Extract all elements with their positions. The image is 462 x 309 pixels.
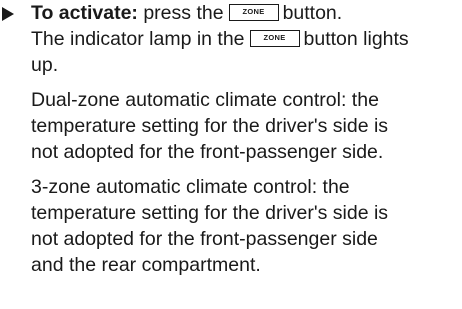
dual-zone-line-3: not adopted for the front-passenger side… [31, 141, 384, 163]
step-line-3: up. [31, 52, 58, 78]
three-zone-line-2: temperature setting for the driver's sid… [31, 202, 389, 224]
zone-button-icon: ZONE [228, 3, 279, 21]
indicator-text-after-key: button lights [303, 28, 409, 50]
step-line-2: The indicator lamp in the ZONE button ligh… [31, 26, 409, 52]
three-zone-line-4: and the rear compartment. [31, 254, 261, 276]
step-line-1: To activate: press the ZONE button. [31, 0, 342, 26]
indicator-text-before-key: The indicator lamp in the [31, 28, 245, 50]
step-text-before-key: press the [137, 2, 224, 24]
bullet-arrow-icon [2, 7, 14, 21]
step-text-after-key: button. [282, 2, 343, 24]
dual-zone-line-2: temperature setting for the driver's sid… [31, 115, 389, 137]
three-zone-line-3: not adopted for the front-passenger side [31, 228, 378, 250]
three-zone-line-1: 3-zone automatic climate control: the [31, 176, 350, 198]
step-bold-label: To activate: [31, 2, 138, 24]
zone-button-icon: ZONE [249, 29, 300, 47]
dual-zone-line-1: Dual-zone automatic climate control: the [31, 89, 379, 111]
instruction-document: To activate: press the ZONE button. The in… [0, 0, 462, 309]
indicator-text-end: up. [31, 54, 59, 76]
